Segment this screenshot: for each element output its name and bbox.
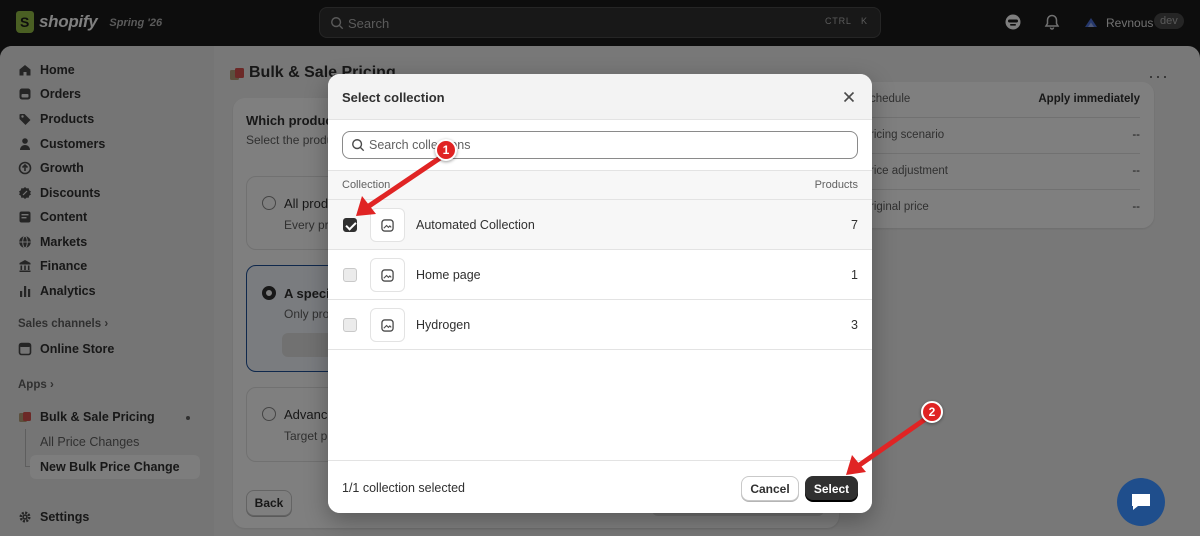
cancel-button[interactable]: Cancel: [741, 476, 799, 501]
product-count: 1: [851, 268, 858, 282]
selection-status: 1/1 collection selected: [342, 481, 465, 495]
product-count: 3: [851, 318, 858, 332]
image-placeholder-icon: [381, 219, 394, 232]
collection-search[interactable]: [342, 131, 858, 159]
table-row[interactable]: Automated Collection 7: [328, 200, 872, 250]
collection-thumbnail: [370, 258, 405, 292]
modal-header: Select collection: [328, 74, 872, 120]
chat-bubble-icon: [1132, 494, 1150, 510]
image-placeholder-icon: [381, 269, 394, 282]
column-header-products: Products: [814, 179, 858, 191]
search-icon: [352, 139, 365, 152]
row-checkbox[interactable]: [343, 218, 357, 232]
close-icon[interactable]: [840, 88, 858, 106]
table-header: Collection Products: [328, 170, 872, 200]
modal-title: Select collection: [342, 90, 445, 105]
row-checkbox[interactable]: [343, 268, 357, 282]
product-count: 7: [851, 218, 858, 232]
column-header-collection: Collection: [342, 179, 391, 191]
collection-name: Home page: [416, 268, 481, 282]
step-badge-1: 1: [435, 139, 457, 161]
chat-launcher[interactable]: [1117, 478, 1165, 526]
table-row[interactable]: Home page 1: [328, 250, 872, 300]
collection-name: Automated Collection: [416, 218, 535, 232]
collection-thumbnail: [370, 308, 405, 342]
select-button[interactable]: Select: [805, 476, 858, 501]
table-row[interactable]: Hydrogen 3: [328, 300, 872, 350]
collection-name: Hydrogen: [416, 318, 471, 332]
step-badge-2: 2: [921, 401, 943, 423]
modal-footer: 1/1 collection selected Cancel Select: [328, 460, 872, 513]
select-collection-modal: Select collection Collection Products Au…: [328, 74, 872, 513]
collection-thumbnail: [370, 208, 405, 242]
row-checkbox[interactable]: [343, 318, 357, 332]
image-placeholder-icon: [381, 319, 394, 332]
